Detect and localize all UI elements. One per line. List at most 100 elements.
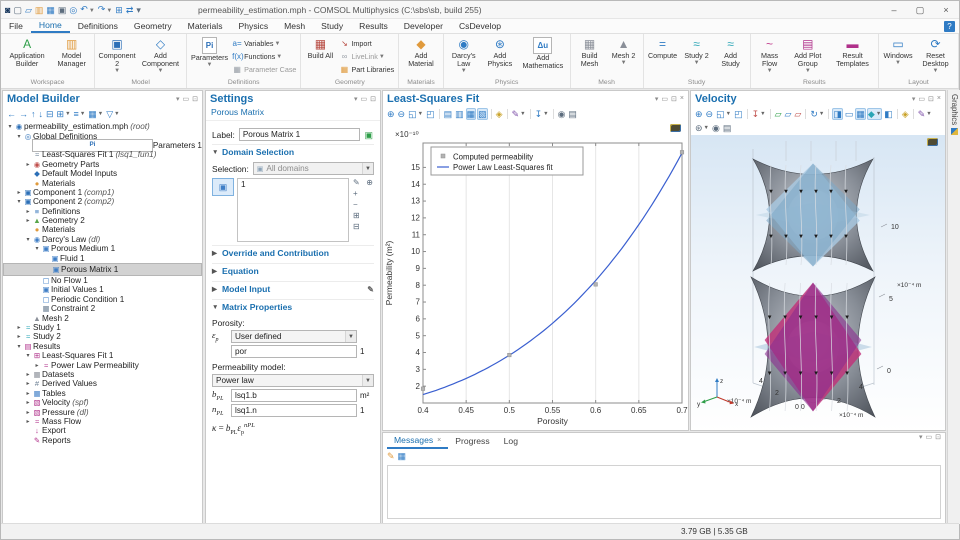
- close-tab-icon[interactable]: ×: [437, 437, 441, 444]
- undo-icon[interactable]: ↶▼: [80, 4, 95, 16]
- menu-item-geometry[interactable]: Geometry: [126, 19, 180, 33]
- expanded-arrow-icon[interactable]: ▾: [15, 133, 23, 140]
- ribbon-button-compute[interactable]: = Compute: [646, 36, 680, 61]
- ribbon-button-add-study[interactable]: ≈ Add Study: [714, 36, 748, 69]
- zoom-box-icon[interactable]: ◱ ▼: [407, 108, 424, 120]
- permeability-fit-chart[interactable]: 2 3 4 5 6 7 8 9 10 11 12 13 14 15 0.4 0.45 0.5 0.55 0.6 0.6…: [383, 121, 688, 429]
- print-icon[interactable]: ▤: [722, 122, 733, 134]
- ribbon-button-mesh-2[interactable]: ▲ Mesh 2 ▼: [607, 36, 641, 68]
- tree-item-materials[interactable]: ● Materials: [3, 178, 202, 188]
- permeability-model-dropdown[interactable]: Power law ▼: [212, 374, 374, 387]
- float-panel-icon[interactable]: ▭: [661, 95, 668, 103]
- zoom-in-icon[interactable]: ⊕: [386, 108, 396, 120]
- tab-progress[interactable]: Progress: [448, 433, 496, 449]
- ribbon-button-result-templates[interactable]: ▬ Result Templates: [829, 36, 876, 69]
- ribbon-button-part-libraries[interactable]: ▦ Part Libraries: [337, 63, 396, 76]
- pin-panel-icon[interactable]: ⊡: [370, 95, 376, 103]
- section-override-and-contribution[interactable]: ▶ Override and Contribution: [212, 245, 374, 260]
- collapsed-arrow-icon[interactable]: ▸: [24, 208, 32, 215]
- tree-item-geometry-parts[interactable]: ▸ ◉ Geometry Parts: [3, 160, 202, 169]
- copy-icon[interactable]: ⊞: [115, 5, 123, 15]
- view-yz-icon[interactable]: ▱: [784, 108, 793, 120]
- toolbar-grid-icon[interactable]: ▦ ▼: [87, 108, 104, 120]
- collapsed-arrow-icon[interactable]: ▸: [24, 409, 32, 416]
- y-axis-data-icon[interactable]: ▥: [454, 108, 465, 120]
- menu-item-developer[interactable]: Developer: [396, 19, 451, 33]
- back-icon[interactable]: ←: [6, 108, 17, 120]
- collapse-all-icon[interactable]: ⊟: [45, 108, 55, 120]
- menu-item-physics[interactable]: Physics: [231, 19, 277, 33]
- environment-icon[interactable]: ⊛ ▼: [694, 122, 710, 134]
- expanded-arrow-icon[interactable]: ▾: [24, 352, 32, 359]
- close-button[interactable]: ×: [933, 1, 959, 19]
- paste-sel-icon[interactable]: ⊟: [352, 222, 361, 232]
- menu-item-definitions[interactable]: Definitions: [70, 19, 126, 33]
- ribbon-button-build-mesh[interactable]: ▦ Build Mesh: [573, 36, 607, 69]
- ribbon-button-windows[interactable]: ▭ Windows ▼: [881, 36, 915, 68]
- tree-item-fluid-1[interactable]: ▣ Fluid 1: [3, 253, 202, 263]
- default-3d-view-icon[interactable]: ↧ ▼: [751, 108, 767, 120]
- copy-sel-icon[interactable]: ⊞: [352, 211, 361, 221]
- tree-item-velocity[interactable]: ▸ ▧ Velocity (spf): [3, 398, 202, 407]
- tree-item-permeability-estimation-mph[interactable]: ▾ ◉ permeability_estimation.mph (root): [3, 122, 202, 131]
- tree-item-initial-values-1[interactable]: ▣ Initial Values 1: [3, 285, 202, 294]
- axes-grid-icon[interactable]: ▦: [465, 108, 477, 120]
- ribbon-button-component-2[interactable]: ▣ Component 2 ▼: [97, 36, 137, 76]
- redo-icon[interactable]: ↷▼: [98, 4, 113, 16]
- ribbon-button-application-builder[interactable]: A Application Builder: [3, 36, 51, 69]
- close-panel-icon[interactable]: ×: [680, 95, 684, 103]
- float-panel-icon[interactable]: ▭: [361, 95, 368, 103]
- menu-item-study[interactable]: Study: [313, 19, 351, 33]
- float-panel-icon[interactable]: ▭: [926, 433, 933, 449]
- collapse-panel-icon[interactable]: ▾: [354, 95, 358, 103]
- ribbon-button-build-all[interactable]: ▦ Build All: [303, 36, 337, 61]
- ribbon-button-add-component[interactable]: ◇ Add Component ▼: [137, 36, 184, 76]
- comsol-logo-icon[interactable]: ◙: [5, 5, 10, 15]
- expanded-arrow-icon[interactable]: ▾: [15, 198, 23, 205]
- tree-item-results[interactable]: ▾ ▤ Results: [3, 342, 202, 351]
- tree-item-mesh-2[interactable]: ▲ Mesh 2: [3, 313, 202, 323]
- plot-settings-icon[interactable]: ✎ ▼: [917, 108, 933, 120]
- collapsed-arrow-icon[interactable]: ▸: [24, 371, 32, 378]
- wireframe-icon[interactable]: ▭: [844, 108, 855, 120]
- tree-item-export[interactable]: ↓ Export: [3, 426, 202, 435]
- tree-item-reports[interactable]: ✎ Reports: [3, 436, 202, 445]
- ribbon-button-variables[interactable]: a= Variables ▼: [230, 37, 298, 50]
- tree-item-porous-matrix-1[interactable]: ▣ Porous Matrix 1: [3, 262, 202, 276]
- menu-item-file[interactable]: File: [1, 19, 31, 33]
- tree-item-tables[interactable]: ▸ ▦ Tables: [3, 389, 202, 398]
- plot-window-icon[interactable]: ▧: [477, 108, 488, 120]
- rotate-icon[interactable]: ↻ ▼: [809, 108, 825, 120]
- tree-item-least-squares-fit-1[interactable]: ≈ Least-Squares Fit 1 (lsq1_fun1): [3, 150, 202, 159]
- tree-item-power-law-permeability[interactable]: ▸ ≈ Power Law Permeability: [3, 360, 202, 370]
- zoom-extents-icon[interactable]: ◰: [425, 108, 436, 120]
- zoom-sel-icon[interactable]: ⊕: [365, 178, 374, 188]
- help-button[interactable]: ?: [944, 21, 955, 32]
- tree-item-no-flow-1[interactable]: ▢ No Flow 1: [3, 276, 202, 285]
- ribbon-button-mass-flow[interactable]: ~ Mass Flow ▼: [753, 36, 787, 76]
- porosity-model-dropdown[interactable]: User defined ▼: [231, 330, 357, 343]
- collapsed-arrow-icon[interactable]: ▸: [33, 362, 41, 369]
- velocity-3d-view[interactable]: 0 5 10 ×10⁻⁴ m 4 2 ×10⁻⁴ m0 0 2 4 ×10⁻⁴ mzxy: [691, 135, 945, 430]
- expanded-arrow-icon[interactable]: ▾: [33, 245, 41, 252]
- forward-icon[interactable]: →: [18, 108, 29, 120]
- zoom-out-icon[interactable]: ⊖: [397, 108, 407, 120]
- model-libraries-icon[interactable]: ▥: [35, 5, 44, 15]
- graphics-menu-button[interactable]: [927, 138, 938, 146]
- tree-item-definitions[interactable]: ▸ ≡ Definitions: [3, 207, 202, 216]
- maximize-button[interactable]: ▢: [907, 1, 933, 19]
- expanded-arrow-icon[interactable]: ▾: [24, 236, 32, 243]
- zoom-out-icon[interactable]: ⊖: [705, 108, 715, 120]
- label-input[interactable]: [238, 128, 361, 141]
- expanded-arrow-icon[interactable]: ▾: [15, 343, 23, 350]
- view-zx-icon[interactable]: ▱: [793, 108, 802, 120]
- tree-item-porous-medium-1[interactable]: ▾ ▣ Porous Medium 1: [3, 244, 202, 253]
- n-value-input[interactable]: [231, 404, 357, 417]
- section-matrix-properties[interactable]: ▼ Matrix Properties: [212, 299, 374, 314]
- open-file-icon[interactable]: ▱: [25, 5, 32, 15]
- transparency-icon[interactable]: ◨: [832, 108, 843, 120]
- tab-log[interactable]: Log: [497, 433, 525, 449]
- ribbon-button-add-plot-group[interactable]: ▤ Add Plot Group ▼: [787, 36, 829, 76]
- clear-icon[interactable]: ✎: [386, 450, 396, 462]
- ribbon-button-parameter-case[interactable]: ▦ Parameter Case: [230, 63, 298, 76]
